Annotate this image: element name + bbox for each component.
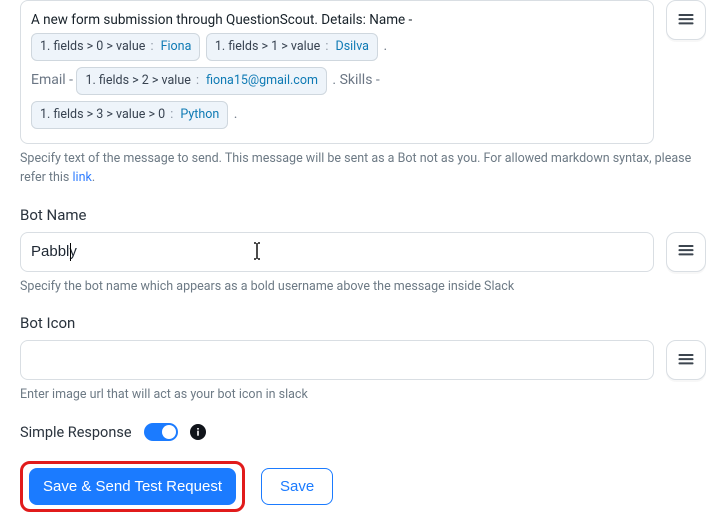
save-button[interactable]: Save: [261, 468, 333, 505]
bot-icon-input[interactable]: [20, 340, 654, 380]
token-email[interactable]: 1. fields > 2 > value : fiona15@gmail.co…: [76, 67, 326, 95]
bot-icon-help: Enter image url that will act as your bo…: [20, 386, 706, 405]
label-email: Email -: [31, 72, 73, 88]
punct-dot-3: .: [234, 106, 238, 122]
bot-name-help: Specify the bot name which appears as a …: [20, 278, 706, 297]
message-editor[interactable]: A new form submission through QuestionSc…: [20, 0, 654, 144]
markdown-help-link[interactable]: link: [72, 170, 91, 185]
info-icon[interactable]: [190, 424, 206, 440]
hamburger-icon: [676, 349, 696, 372]
punct-dot-1: .: [383, 38, 387, 54]
hamburger-icon: [676, 9, 696, 32]
bot-name-menu-button[interactable]: [666, 232, 706, 272]
bot-icon-menu-button[interactable]: [666, 340, 706, 380]
bot-name-label: Bot Name: [20, 206, 706, 224]
simple-response-toggle[interactable]: [144, 423, 178, 441]
primary-button-highlight: Save & Send Test Request: [20, 461, 245, 512]
token-skill[interactable]: 1. fields > 3 > value > 0 : Python: [31, 101, 228, 129]
label-skills: Skills -: [340, 72, 380, 88]
bot-name-input[interactable]: [20, 232, 654, 272]
bot-icon-label: Bot Icon: [20, 314, 706, 332]
punct-dot-2: .: [332, 72, 336, 88]
save-send-test-request-button[interactable]: Save & Send Test Request: [29, 468, 236, 505]
message-intro-text: A new form submission through QuestionSc…: [31, 12, 412, 28]
message-help-text: Specify text of the message to send. Thi…: [20, 150, 706, 188]
message-field-menu-button[interactable]: [666, 0, 706, 40]
hamburger-icon: [676, 240, 696, 263]
simple-response-label: Simple Response: [20, 424, 132, 441]
token-name-first[interactable]: 1. fields > 0 > value : Fiona: [31, 33, 200, 61]
token-name-last[interactable]: 1. fields > 1 > value : Dsilva: [206, 33, 378, 61]
